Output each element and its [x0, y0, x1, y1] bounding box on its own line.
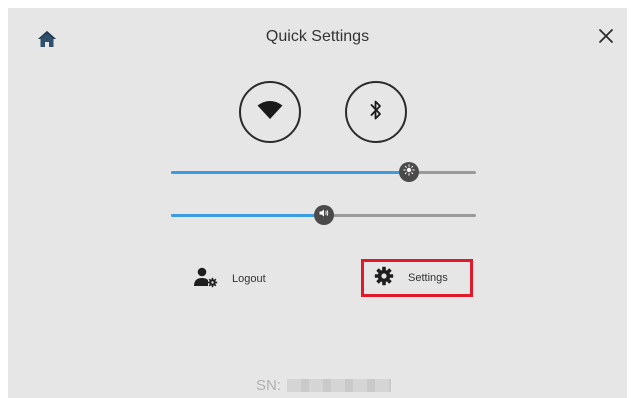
- sn-label: SN:: [256, 377, 282, 394]
- settings-label: Settings: [408, 272, 448, 284]
- close-icon: [598, 28, 614, 49]
- bluetooth-toggle-button[interactable]: [345, 81, 407, 143]
- wifi-toggle-button[interactable]: [239, 81, 301, 143]
- wifi-icon: [257, 100, 283, 125]
- close-button[interactable]: [594, 26, 618, 50]
- brightness-thumb[interactable]: [398, 162, 419, 182]
- user-gear-icon: [193, 266, 219, 293]
- volume-thumb[interactable]: [313, 205, 334, 225]
- logout-label: Logout: [232, 273, 266, 285]
- brightness-slider[interactable]: [171, 162, 476, 182]
- bluetooth-icon: [369, 99, 383, 126]
- volume-slider[interactable]: [171, 205, 476, 225]
- logout-button[interactable]: Logout: [193, 265, 266, 293]
- speaker-icon: [318, 206, 330, 224]
- quick-settings-panel: Quick Settings Logout Settings SN:: [8, 8, 627, 398]
- page-title: Quick Settings: [265, 28, 370, 45]
- serial-number: SN:: [256, 377, 392, 394]
- sun-icon: [403, 163, 415, 181]
- gear-icon: [374, 266, 394, 291]
- settings-button[interactable]: Settings: [361, 259, 473, 297]
- brightness-fill: [171, 171, 409, 174]
- volume-fill: [171, 214, 324, 217]
- sn-value-redacted: [287, 379, 392, 392]
